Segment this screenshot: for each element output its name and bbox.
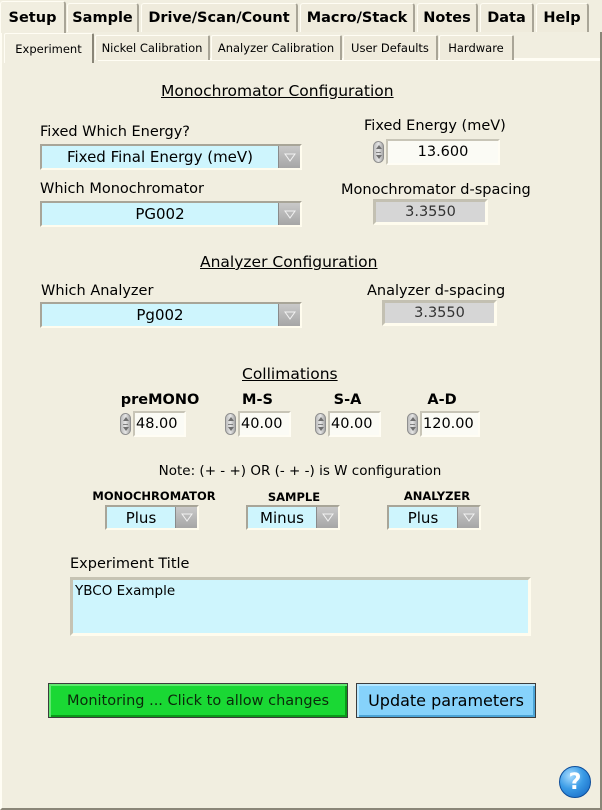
subtab-experiment[interactable]: Experiment bbox=[4, 33, 94, 63]
which-monochromator-label: Which Monochromator bbox=[40, 181, 204, 197]
chevron-down-icon[interactable] bbox=[175, 507, 197, 528]
monitoring-toggle-button[interactable]: Monitoring ... Click to allow changes bbox=[48, 683, 348, 718]
fixed-which-energy-label: Fixed Which Energy? bbox=[40, 124, 190, 140]
chevron-down-icon[interactable] bbox=[278, 304, 300, 326]
subtab-label: Hardware bbox=[448, 41, 504, 55]
collimation-ms-label: M-S bbox=[242, 392, 273, 408]
which-analyzer-dropdown[interactable]: Pg002 bbox=[40, 302, 302, 328]
chevron-down-icon[interactable] bbox=[316, 507, 338, 528]
subtab-label: Analyzer Calibration bbox=[217, 41, 335, 55]
which-analyzer-value: Pg002 bbox=[136, 306, 184, 324]
analyzer-sense-value: Plus bbox=[407, 508, 439, 527]
subtab-label: Experiment bbox=[15, 41, 82, 56]
tab-setup[interactable]: Setup bbox=[0, 1, 66, 33]
subtab-hardware[interactable]: Hardware bbox=[439, 35, 514, 60]
tab-macro-stack[interactable]: Macro/Stack bbox=[300, 3, 415, 32]
collimations-title: Collimations bbox=[242, 365, 338, 383]
spinner-arrows-icon[interactable] bbox=[225, 413, 236, 435]
subtab-nickel-calibration[interactable]: Nickel Calibration bbox=[95, 35, 210, 60]
tab-label: Notes bbox=[423, 10, 471, 26]
experiment-title-input[interactable]: YBCO Example bbox=[70, 577, 531, 636]
spinner-arrows-icon[interactable] bbox=[407, 413, 418, 435]
subtab-user-defaults[interactable]: User Defaults bbox=[343, 35, 438, 60]
mono-sense-value: Plus bbox=[125, 508, 157, 527]
tab-label: Setup bbox=[8, 9, 57, 26]
collimation-ms-input[interactable]: 40.00 bbox=[238, 411, 291, 437]
tab-sample[interactable]: Sample bbox=[67, 3, 139, 32]
tab-label: Sample bbox=[72, 10, 133, 26]
collimation-sa-control: 40.00 bbox=[315, 411, 381, 437]
collimation-sa-label: S-A bbox=[333, 392, 362, 408]
collimation-premono-label: preMONO bbox=[120, 392, 200, 408]
fixed-which-energy-value: Fixed Final Energy (meV) bbox=[66, 148, 254, 166]
tab-label: Help bbox=[543, 10, 581, 26]
tab-label: Data bbox=[487, 10, 526, 26]
chevron-down-icon[interactable] bbox=[278, 203, 300, 225]
mono-sense-label: MONOCHROMATOR bbox=[92, 489, 216, 503]
tab-label: Macro/Stack bbox=[306, 10, 408, 26]
mono-d-spacing-indicator: 3.3550 bbox=[373, 199, 488, 225]
subtab-analyzer-calibration[interactable]: Analyzer Calibration bbox=[211, 35, 342, 60]
which-monochromator-value: PG002 bbox=[135, 205, 185, 223]
sample-sense-dropdown[interactable]: Minus bbox=[246, 505, 340, 530]
chevron-down-icon[interactable] bbox=[278, 146, 300, 168]
tab-label: Drive/Scan/Count bbox=[148, 10, 290, 26]
subtab-label: User Defaults bbox=[351, 41, 429, 55]
sample-sense-value: Minus bbox=[260, 508, 304, 527]
tab-notes[interactable]: Notes bbox=[417, 3, 478, 32]
which-monochromator-dropdown[interactable]: PG002 bbox=[40, 201, 302, 227]
fixed-which-energy-dropdown[interactable]: Fixed Final Energy (meV) bbox=[40, 144, 302, 170]
spinner-arrows-icon[interactable] bbox=[373, 141, 384, 163]
analyzer-sense-dropdown[interactable]: Plus bbox=[387, 505, 481, 530]
analyzer-d-spacing-label: Analyzer d-spacing bbox=[367, 283, 506, 299]
fixed-energy-input[interactable]: 13.600 bbox=[386, 139, 500, 165]
mono-sense-dropdown[interactable]: Plus bbox=[105, 505, 199, 530]
tab-drive-scan-count[interactable]: Drive/Scan/Count bbox=[141, 3, 298, 32]
spinner-arrows-icon[interactable] bbox=[315, 413, 326, 435]
collimation-ad-label: A-D bbox=[427, 392, 457, 408]
tab-data[interactable]: Data bbox=[480, 3, 534, 32]
sample-sense-label: SAMPLE bbox=[267, 490, 321, 504]
analyzer-section-title: Analyzer Configuration bbox=[200, 253, 378, 271]
fixed-energy-label: Fixed Energy (meV) bbox=[364, 118, 506, 134]
collimation-premono-control: 48.00 bbox=[120, 411, 186, 437]
subtab-label: Nickel Calibration bbox=[101, 41, 203, 55]
collimation-premono-input[interactable]: 48.00 bbox=[133, 411, 186, 437]
which-analyzer-label: Which Analyzer bbox=[41, 283, 154, 299]
w-configuration-note: Note: (+ - +) OR (- + -) is W configurat… bbox=[158, 463, 442, 479]
chevron-down-icon[interactable] bbox=[457, 507, 479, 528]
analyzer-sense-label: ANALYZER bbox=[403, 489, 471, 503]
collimation-ad-input[interactable]: 120.00 bbox=[420, 411, 480, 437]
collimation-ms-control: 40.00 bbox=[225, 411, 291, 437]
update-parameters-button[interactable]: Update parameters bbox=[356, 683, 536, 718]
experiment-title-label: Experiment Title bbox=[70, 556, 190, 572]
help-icon[interactable]: ? bbox=[559, 766, 591, 798]
spinner-arrows-icon[interactable] bbox=[120, 413, 131, 435]
monochromator-section-title: Monochromator Configuration bbox=[161, 82, 394, 100]
tab-help[interactable]: Help bbox=[536, 3, 589, 32]
analyzer-d-spacing-indicator: 3.3550 bbox=[382, 300, 497, 326]
collimation-ad-control: 120.00 bbox=[407, 411, 480, 437]
collimation-sa-input[interactable]: 40.00 bbox=[328, 411, 381, 437]
fixed-energy-control: 13.600 bbox=[373, 139, 500, 165]
mono-d-spacing-label: Monochromator d-spacing bbox=[341, 182, 531, 198]
top-tab-bar: Setup Sample Drive/Scan/Count Macro/Stac… bbox=[0, 0, 602, 33]
